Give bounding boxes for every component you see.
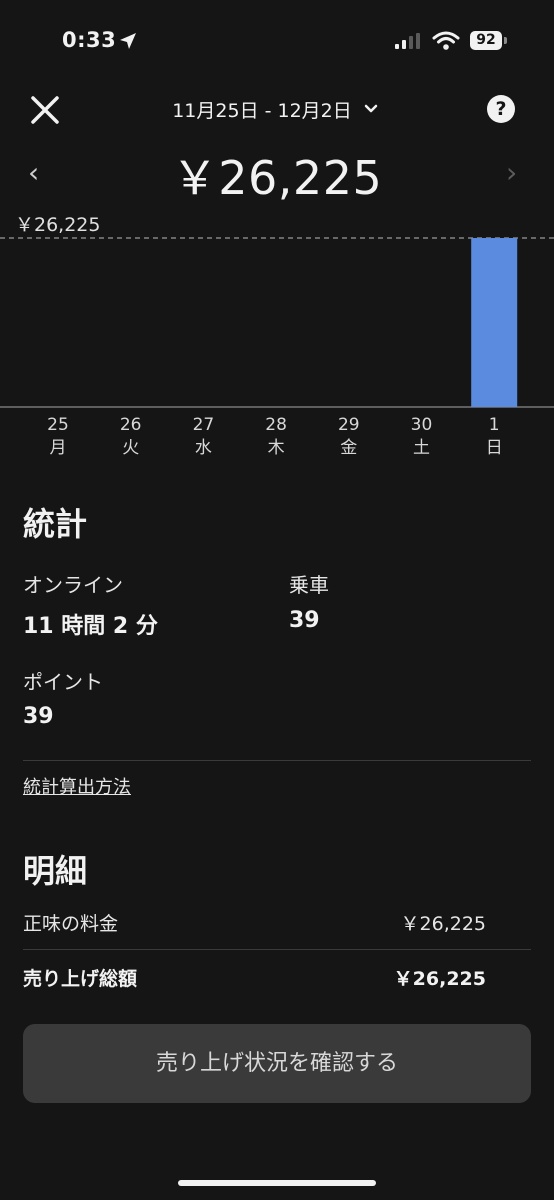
previous-week-button[interactable]: ‹ (28, 158, 52, 188)
net-fare-value: ￥26,225 (400, 913, 486, 935)
x-axis-tick: 26 火 (111, 414, 151, 460)
tick-day: 26 (119, 415, 142, 435)
tick-day: 27 (192, 415, 215, 435)
total-sales-value: ￥26,225 (393, 968, 486, 990)
chevron-down-icon (364, 104, 378, 113)
date-range-label: 11月25日 - 12月2日 (172, 99, 352, 122)
x-axis-tick: 27 水 (183, 414, 223, 460)
tick-day: 28 (265, 415, 287, 435)
x-axis-tick: 30 土 (402, 414, 442, 460)
next-week-button[interactable]: › (506, 158, 530, 188)
tick-weekday: 水 (194, 438, 212, 458)
details-divider (23, 949, 531, 950)
status-time: 0:33 (62, 28, 117, 52)
home-indicator (178, 1180, 376, 1186)
tick-day: 1 (488, 415, 500, 435)
tick-day: 29 (337, 415, 360, 435)
x-axis-tick: 29 金 (329, 414, 369, 460)
x-axis-tick: 28 木 (256, 414, 296, 460)
tick-weekday: 月 (49, 438, 67, 458)
cellular-signal-icon (395, 33, 420, 49)
battery-nub (504, 37, 507, 44)
x-axis-tick: 1日 (474, 414, 514, 460)
net-fare-label: 正味の料金 (23, 913, 119, 935)
total-earnings: ￥26,225 (171, 151, 383, 205)
online-label: オンライン (23, 573, 123, 597)
location-arrow-icon (120, 33, 136, 49)
chart-bar[interactable] (471, 238, 518, 407)
online-value: 11 時間 2 分 (23, 614, 158, 639)
rides-value: 39 (289, 608, 320, 633)
points-label: ポイント (23, 670, 103, 694)
stats-divider (23, 760, 531, 761)
stats-method-link[interactable]: 統計算出方法 (23, 773, 131, 799)
date-range-selector[interactable]: 11月25日 - 12月2日 (150, 96, 400, 122)
total-sales-label: 売り上げ総額 (23, 968, 138, 990)
tick-weekday: 土 (413, 438, 430, 458)
help-icon[interactable]: ? (487, 95, 515, 123)
battery-indicator: 92 (470, 31, 502, 50)
close-icon[interactable] (28, 93, 62, 127)
view-sales-status-button[interactable]: 売り上げ状況を確認する (23, 1024, 531, 1103)
stats-title: 統計 (23, 505, 88, 543)
tick-day: 30 (410, 415, 433, 435)
tick-day: 25 (47, 415, 69, 435)
wifi-icon (432, 31, 460, 50)
points-value: 39 (23, 704, 54, 729)
details-title: 明細 (23, 852, 88, 890)
x-axis-tick: 25 月 (38, 414, 78, 460)
tick-weekday: 火 (122, 438, 140, 458)
tick-weekday: 金 (340, 438, 358, 458)
tick-weekday: 日 (485, 438, 503, 458)
rides-label: 乗車 (289, 573, 329, 597)
tick-weekday: 木 (267, 438, 285, 458)
